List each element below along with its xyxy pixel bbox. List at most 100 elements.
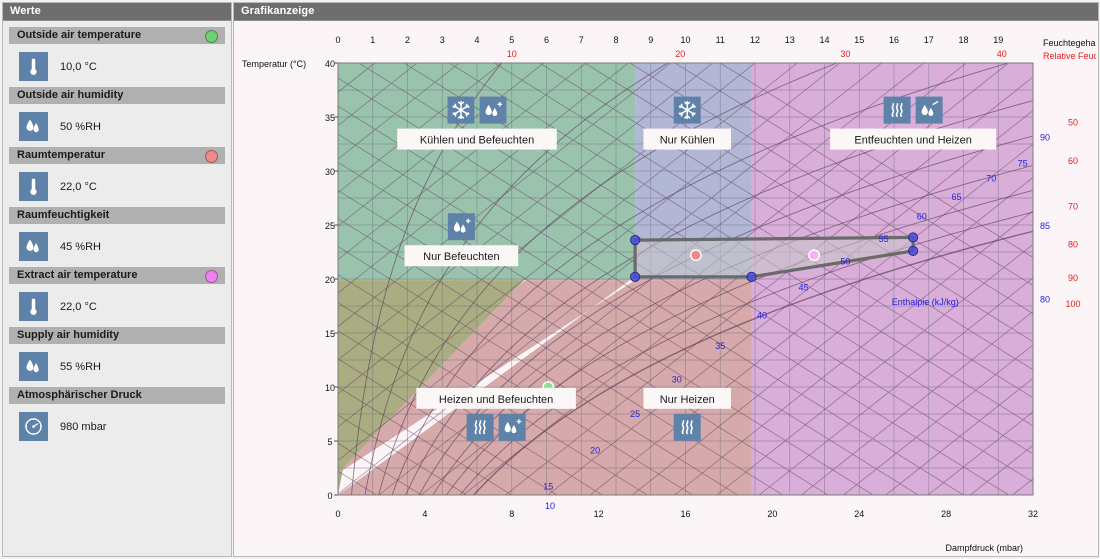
x-tick-bottom: 8 <box>509 509 514 519</box>
x-tick-top: 2 <box>405 35 410 45</box>
value-row: 55 %RH <box>9 346 225 387</box>
humidity-icon <box>19 112 48 141</box>
x-tick-top: 10 <box>680 35 690 45</box>
zone-tag-label-0: Kühlen und Befeuchten <box>420 135 534 147</box>
thermometer-icon <box>19 172 48 201</box>
enthalpy-label: 75 <box>1018 158 1028 168</box>
y-tick: 5 <box>327 437 332 447</box>
status-led <box>205 270 218 283</box>
value-row: 22,0 °C <box>9 286 225 327</box>
xlabel-top-rh: Relative Feuchte (%Hr) <box>1043 51 1096 61</box>
value-row: 980 mbar <box>9 406 225 447</box>
comfort-handle-4[interactable] <box>630 271 641 282</box>
chart-panel-title: Grafikanzeige <box>234 3 1098 21</box>
x-tick-top: 4 <box>474 35 479 45</box>
rh-right-red: 90 <box>1068 273 1078 283</box>
x-tick-top-red: 40 <box>997 49 1007 59</box>
x-tick-top: 14 <box>819 35 829 45</box>
thermometer-icon <box>19 52 48 81</box>
comfort-handle-2[interactable] <box>908 245 919 257</box>
zone-tag-label-2: Entfeuchten und Heizen <box>854 135 971 147</box>
value-text: 45 %RH <box>60 240 101 253</box>
psychrometric-chart[interactable]: Kühlen und Befeuchten Nur Kühlen Entfeuc… <box>234 21 1098 556</box>
value-label-5: Supply air humidity <box>9 327 225 344</box>
x-tick-bottom-blue: 10 <box>545 501 555 511</box>
value-row: 50 %RH <box>9 106 225 147</box>
zone-tag-label-4: Heizen und Befeuchten <box>439 394 553 406</box>
enthalpy-label: 35 <box>715 341 725 351</box>
chart-panel: Grafikanzeige Kühlen und Befeuchten Nur … <box>233 2 1099 557</box>
x-tick-top: 7 <box>579 35 584 45</box>
y-tick: 40 <box>325 59 335 69</box>
value-label-text: Raumfeuchtigkeit <box>17 209 110 221</box>
value-label-text: Atmosphärischer Druck <box>17 389 142 401</box>
value-label-0: Outside air temperature <box>9 27 225 44</box>
x-tick-top: 5 <box>509 35 514 45</box>
data-point-extract-air-temperature[interactable] <box>808 249 820 262</box>
zone-icon-bg[interactable] <box>479 96 507 124</box>
status-led <box>205 150 218 163</box>
x-tick-bottom: 28 <box>941 509 951 519</box>
x-tick-top: 12 <box>750 35 760 45</box>
values-list: Outside air temperature 10,0 °C Outside a… <box>3 21 231 447</box>
data-point-raumtemperatur[interactable] <box>690 249 702 262</box>
value-label-text: Outside air temperature <box>17 29 142 41</box>
rh-right-red: 60 <box>1068 156 1078 166</box>
status-led <box>205 30 218 43</box>
x-tick-top: 11 <box>716 35 725 45</box>
rh-right-red: 50 <box>1068 117 1078 127</box>
enthalpy-label: 15 <box>543 481 553 491</box>
value-row: 22,0 °C <box>9 166 225 207</box>
y-tick: 0 <box>327 491 332 501</box>
enthalpy-label: 30 <box>672 374 682 384</box>
x-tick-bottom: 16 <box>680 509 690 519</box>
x-tick-top: 1 <box>370 35 375 45</box>
value-label-4: Extract air temperature <box>9 267 225 284</box>
thermometer-icon <box>19 292 48 321</box>
x-tick-top: 15 <box>854 35 864 45</box>
value-text: 10,0 °C <box>60 60 97 73</box>
enthalpy-label: 70 <box>986 173 996 183</box>
ylabel: Temperatur (°C) <box>242 59 306 69</box>
x-tick-top-red: 10 <box>507 49 517 59</box>
comfort-handle-1[interactable] <box>908 232 919 243</box>
enthalpy-label: 20 <box>590 446 600 456</box>
value-label-3: Raumfeuchtigkeit <box>9 207 225 224</box>
x-tick-top: 3 <box>440 35 445 45</box>
value-label-6: Atmosphärischer Druck <box>9 387 225 404</box>
enthalpy-label: 55 <box>879 234 889 244</box>
x-tick-top: 18 <box>958 35 968 45</box>
x-tick-bottom: 24 <box>854 509 864 519</box>
comfort-handle-3[interactable] <box>746 271 757 282</box>
y-tick: 25 <box>325 221 335 231</box>
xlabel-top: Feuchtegehalt (g/kg) <box>1043 38 1096 48</box>
zone-icon-bg[interactable] <box>447 213 475 241</box>
chart-svg[interactable]: Kühlen und Befeuchten Nur Kühlen Entfeuc… <box>234 21 1096 555</box>
x-tick-bottom: 4 <box>422 509 427 519</box>
zone-tag-label-5: Nur Heizen <box>660 394 715 406</box>
x-tick-top: 6 <box>544 35 549 45</box>
xlabel-bottom: Dampfdruck (mbar) <box>945 543 1023 553</box>
x-tick-bottom: 0 <box>335 509 340 519</box>
value-text: 980 mbar <box>60 420 107 433</box>
value-label-2: Raumtemperatur <box>9 147 225 164</box>
enthalpy-label: 65 <box>952 192 962 202</box>
enthalpy-axis-label: Enthalpie (kJ/kg) <box>892 297 959 307</box>
value-row: 45 %RH <box>9 226 225 267</box>
humidity-icon <box>19 232 48 261</box>
x-tick-top: 17 <box>924 35 934 45</box>
value-label-1: Outside air humidity <box>9 87 225 104</box>
comfort-handle-0[interactable] <box>630 235 641 246</box>
enthalpy-label: 25 <box>630 409 640 419</box>
enthalpy-label: 45 <box>799 283 809 293</box>
value-row: 10,0 °C <box>9 46 225 87</box>
zone-icon-bg[interactable] <box>915 96 943 124</box>
value-label-text: Raumtemperatur <box>17 149 106 161</box>
y-tick: 10 <box>325 383 335 393</box>
y-tick: 30 <box>325 167 335 177</box>
zone-icon-bg[interactable] <box>498 413 526 441</box>
x-tick-top: 13 <box>785 35 795 45</box>
zone-tag-label-3: Nur Befeuchten <box>423 251 499 263</box>
rh-right-blue: 85 <box>1040 221 1050 231</box>
x-tick-top: 0 <box>335 35 340 45</box>
